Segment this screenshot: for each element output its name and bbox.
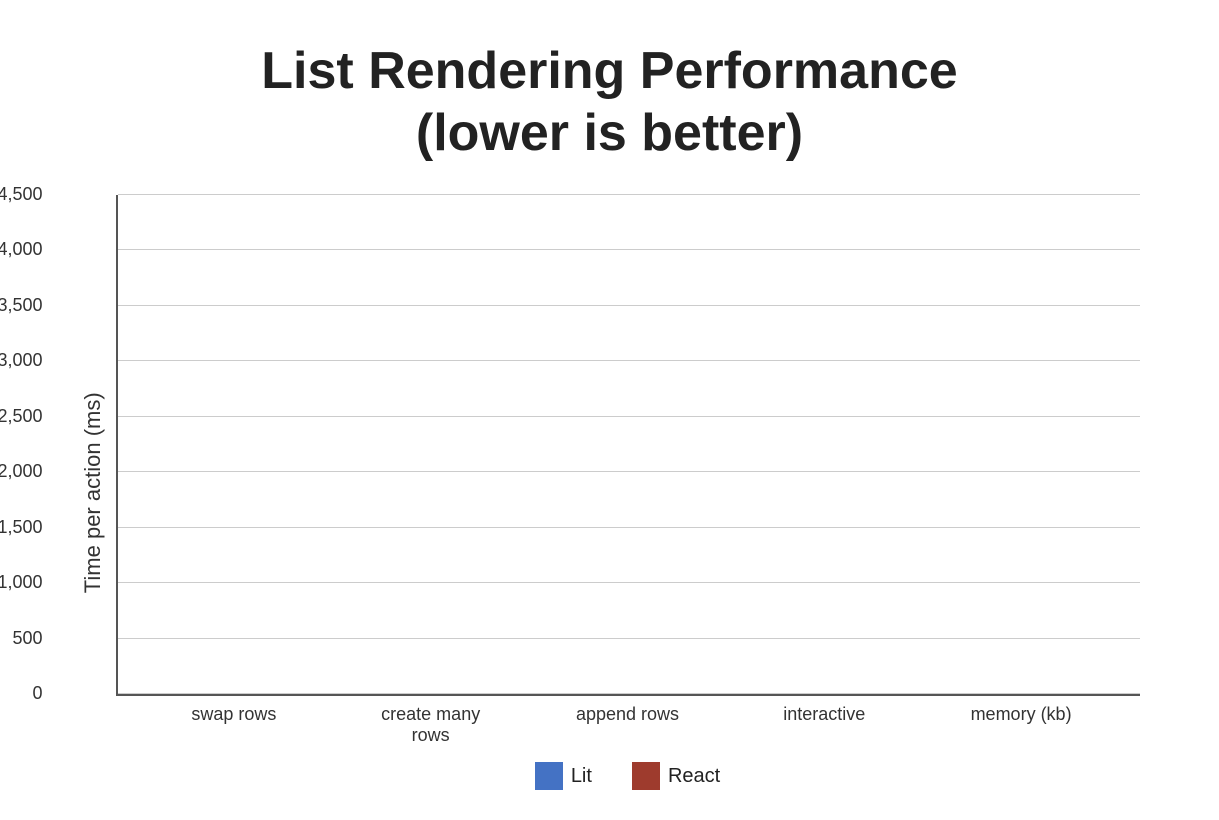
y-tick-label: 0: [0, 683, 43, 704]
legend-lit-label: Lit: [571, 765, 592, 788]
x-axis-label: memory (kb): [965, 704, 1077, 746]
y-tick-label: 3,500: [0, 295, 43, 316]
y-tick-label: 500: [0, 628, 43, 649]
plot-area: 05001,0001,5002,0002,5003,0003,5004,0004…: [116, 195, 1140, 696]
chart-inner: 05001,0001,5002,0002,5003,0003,5004,0004…: [116, 195, 1140, 790]
legend-item-react: React: [632, 762, 720, 790]
x-axis-label: append rows: [571, 704, 683, 746]
x-axis-label: create many rows: [375, 704, 487, 746]
y-tick-label: 2,500: [0, 406, 43, 427]
y-tick-label: 2,000: [0, 461, 43, 482]
legend-item-lit: Lit: [535, 762, 592, 790]
x-axis-labels: swap rows create many rows append rows inte…: [116, 696, 1140, 746]
y-axis-label: Time per action (ms): [80, 195, 106, 790]
chart-area: Time per action (ms) 05001,0001,5002,000…: [80, 195, 1140, 790]
legend-react-label: React: [668, 765, 720, 788]
chart-container: List Rendering Performance (lower is bet…: [60, 20, 1160, 800]
y-tick-label: 4,500: [0, 184, 43, 205]
legend-box-lit: [535, 762, 563, 790]
x-axis-label: swap rows: [178, 704, 290, 746]
y-tick-label: 1,000: [0, 572, 43, 593]
y-tick-label: 4,000: [0, 239, 43, 260]
legend-box-react: [632, 762, 660, 790]
chart-title: List Rendering Performance (lower is bet…: [261, 40, 957, 165]
y-tick-label: 1,500: [0, 517, 43, 538]
y-tick-label: 3,000: [0, 350, 43, 371]
x-axis-label: interactive: [768, 704, 880, 746]
bars-group-container: [118, 195, 1140, 694]
legend: Lit React: [116, 762, 1140, 790]
title-line2: (lower is better): [416, 104, 803, 162]
title-line1: List Rendering Performance: [261, 42, 957, 100]
